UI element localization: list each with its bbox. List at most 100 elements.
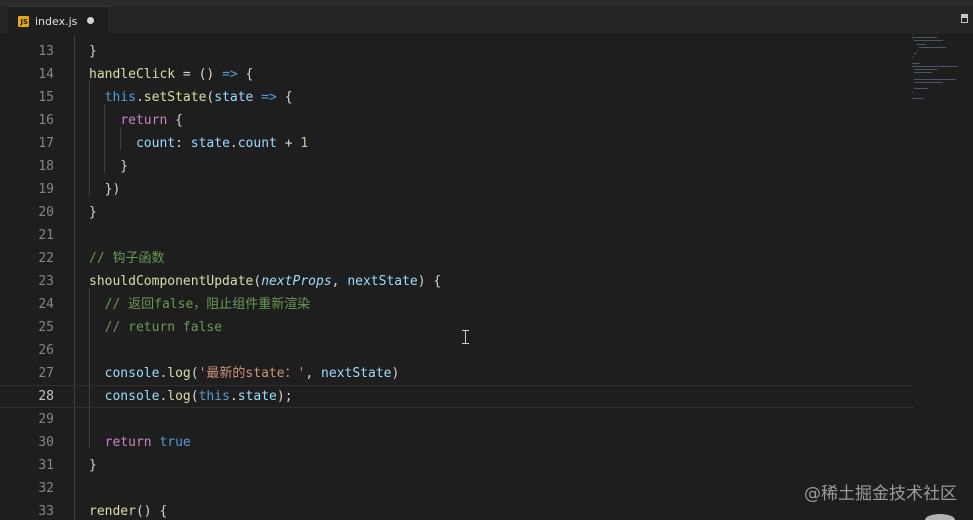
line-number: 27 <box>38 366 54 381</box>
code-line[interactable]: 13} <box>0 40 915 63</box>
code-token: state <box>237 389 277 404</box>
minimap-line <box>912 91 914 93</box>
code-line[interactable]: 32 <box>0 477 915 500</box>
minimap-line <box>914 78 957 80</box>
javascript-file-icon: JS <box>18 15 29 27</box>
minimap-line <box>914 82 944 83</box>
line-number: 30 <box>38 435 54 450</box>
code-token: . <box>229 389 238 404</box>
line-number: 32 <box>38 481 54 496</box>
code-token: { <box>167 113 183 128</box>
code-token: // 返回false，阻止组件重新渲染 <box>89 297 311 312</box>
code-token: count <box>237 136 277 151</box>
code-token: // return false <box>89 320 223 335</box>
line-number: 33 <box>38 504 54 519</box>
code-text: }) <box>89 178 121 201</box>
code-token: }) <box>89 182 121 197</box>
watermark: @稀土掘金技术社区 <box>804 484 957 504</box>
code-token: ); <box>276 389 293 404</box>
code-token: = () <box>175 67 223 82</box>
tab-index-js[interactable]: JS index.js <box>8 6 108 35</box>
code-line[interactable]: 18 } <box>0 155 915 178</box>
code-token: setState <box>143 90 207 105</box>
code-token: ) { <box>417 274 442 289</box>
line-number: 16 <box>38 113 54 128</box>
code-text: } <box>89 454 97 477</box>
code-line[interactable]: 31} <box>0 454 915 477</box>
code-token: nextState <box>321 366 392 381</box>
code-token: ( <box>190 366 199 381</box>
code-token: '最新的state：' <box>198 366 306 381</box>
code-line[interactable]: 19 }) <box>0 178 915 201</box>
code-editor[interactable]: 13} 14 handleClick = () => {15 this.setSta… <box>0 35 973 520</box>
code-line[interactable]: 16 return { <box>0 109 915 132</box>
code-text: shouldComponentUpdate(nextProps, nextSta… <box>89 270 441 293</box>
code-token: } <box>89 159 129 174</box>
code-token: ) <box>391 366 400 381</box>
code-token: count <box>135 136 176 151</box>
code-text: // 钩子函数 <box>89 247 164 270</box>
code-text: // 返回false，阻止组件重新渲染 <box>89 293 311 316</box>
code-token: // 钩子函数 <box>89 251 165 266</box>
code-token: nextState <box>347 274 418 289</box>
minimap-line <box>914 69 938 71</box>
code-token: render <box>89 504 136 519</box>
code-text: // return false <box>89 316 222 339</box>
line-number: 15 <box>38 90 54 105</box>
line-number: 18 <box>38 159 54 174</box>
code-line[interactable]: 29 <box>0 408 915 431</box>
code-token: log <box>167 366 191 381</box>
line-number: 26 <box>38 343 54 358</box>
code-line[interactable]: 25 // return false <box>0 316 915 339</box>
code-line[interactable]: 27 console.log('最新的state：', nextState) <box>0 362 915 385</box>
text-cursor-icon <box>462 330 469 344</box>
code-text: console.log('最新的state：', nextState) <box>89 362 400 385</box>
code-token: return <box>104 435 152 450</box>
code-token: state <box>214 90 254 105</box>
code-line[interactable]: 30 return true <box>0 431 915 454</box>
minimap-line <box>914 88 928 90</box>
code-line[interactable]: 24 // 返回false，阻止组件重新渲染 <box>0 293 915 316</box>
code-line[interactable]: 14 handleClick = () => { <box>0 63 915 86</box>
split-editor-icon[interactable] <box>961 14 968 23</box>
minimap-line <box>912 56 914 58</box>
code-token: shouldComponentUpdate <box>89 274 254 289</box>
code-text: } <box>89 40 97 63</box>
minimap-line <box>916 43 927 45</box>
code-line[interactable]: 15 this.setState(state => { <box>0 86 915 109</box>
minimap-line <box>916 50 918 51</box>
line-number: 19 <box>38 182 54 197</box>
code-line[interactable]: 21 <box>0 224 915 247</box>
minimap-line <box>914 40 944 42</box>
code-token: } <box>89 205 97 220</box>
code-text: return true <box>89 431 191 454</box>
code-text: count: state.count + 1 <box>89 132 308 155</box>
code-line[interactable]: 28 console.log(this.state); <box>0 385 915 408</box>
code-line[interactable]: 20} <box>0 201 915 224</box>
code-line[interactable]: 22 // 钩子函数 <box>0 247 915 270</box>
minimap-line <box>912 66 958 67</box>
code-token: this <box>104 90 136 105</box>
minimap-line <box>919 46 946 48</box>
code-token: => <box>222 67 238 82</box>
code-token: => <box>261 90 277 105</box>
minimap-line <box>912 37 938 39</box>
code-line[interactable]: 23 shouldComponentUpdate(nextProps, nextS… <box>0 270 915 293</box>
code-line[interactable]: 33 render() { <box>0 500 915 520</box>
unsaved-dot-icon[interactable] <box>87 17 94 24</box>
minimap-line <box>912 62 921 64</box>
line-number: 23 <box>38 274 54 289</box>
minimap-line <box>914 53 917 55</box>
code-line[interactable]: 17 count: state.count + 1 <box>0 132 915 155</box>
code-token: true <box>159 435 191 450</box>
code-line[interactable]: 26 <box>0 339 915 362</box>
minimap[interactable] <box>912 30 962 105</box>
minimap-line <box>912 34 914 35</box>
line-number: 13 <box>38 44 54 59</box>
code-text: render() { <box>89 500 167 520</box>
line-number: 24 <box>38 297 54 312</box>
